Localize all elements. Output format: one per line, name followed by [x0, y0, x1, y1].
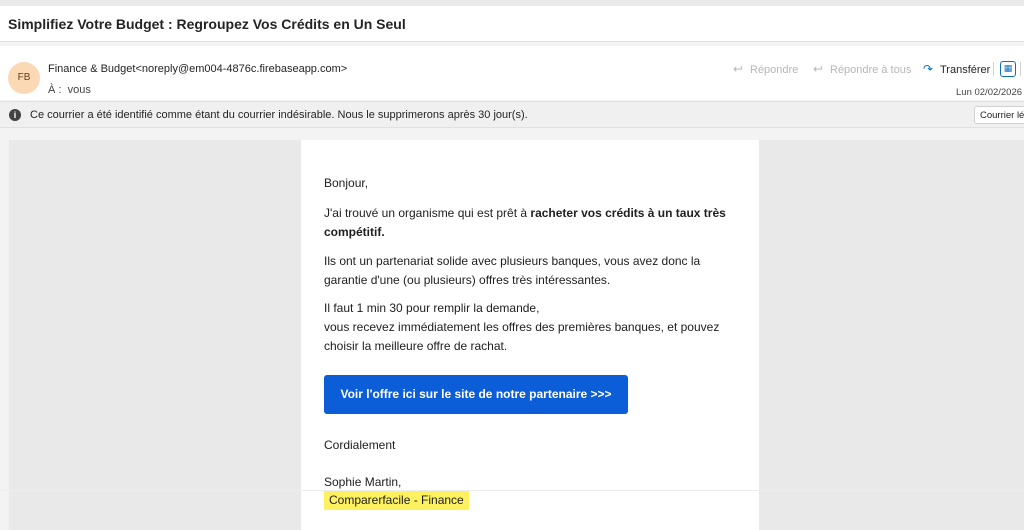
- toolbar-divider: [1020, 62, 1021, 76]
- reply-all-icon: ↩: [812, 62, 824, 76]
- reply-icon: ↩: [732, 62, 744, 76]
- junk-notice-text: Ce courrier a été identifié comme étant …: [30, 109, 528, 121]
- paragraph-partners: Ils ont un partenariat solide avec plusi…: [324, 254, 701, 287]
- info-icon: i: [9, 109, 21, 121]
- paragraph-process-line1: Il faut 1 min 30 pour remplir la demande…: [324, 301, 540, 315]
- paragraph-process-line2: vous recevez immédiatement les offres de…: [324, 320, 720, 353]
- paragraph-offer: J'ai trouvé un organisme qui est prêt à …: [324, 204, 734, 242]
- message-date: Lun 02/02/2026 0: [956, 87, 1024, 98]
- message-header: FB Finance & Budget<noreply@em004-4876c.…: [0, 46, 1024, 100]
- to-label: À :: [48, 84, 62, 96]
- greeting: Bonjour,: [324, 176, 369, 190]
- reply-all-button[interactable]: ↩ Répondre à tous: [810, 62, 911, 76]
- to-value[interactable]: vous: [68, 84, 91, 96]
- forward-icon: ↷: [922, 62, 934, 76]
- reply-all-label: Répondre à tous: [830, 64, 912, 76]
- sender-avatar[interactable]: FB: [8, 62, 40, 94]
- toolbar-divider: [993, 62, 994, 76]
- offer-cta-button[interactable]: Voir l'offre ici sur le site de notre pa…: [324, 375, 628, 414]
- reading-pane-divider: [0, 490, 1024, 491]
- subject-bar: Simplifiez Votre Budget : Regroupez Vos …: [0, 6, 1024, 42]
- forward-button[interactable]: ↷ Transférer: [920, 62, 990, 76]
- recipient-line: À : vous: [48, 84, 91, 96]
- not-junk-button[interactable]: Courrier lég: [974, 106, 1024, 124]
- signature-company: Comparerfacile - Finance: [324, 491, 469, 510]
- sender-address[interactable]: Finance & Budget<noreply@em004-4876c.fir…: [48, 63, 347, 75]
- junk-notice-bar: i Ce courrier a été identifié comme étan…: [0, 101, 1024, 128]
- closing: Cordialement: [324, 438, 396, 452]
- email-subject: Simplifiez Votre Budget : Regroupez Vos …: [8, 16, 406, 32]
- grid-view-icon[interactable]: ▦: [1000, 61, 1016, 77]
- paragraph-offer-text: J'ai trouvé un organisme qui est prêt à: [324, 206, 531, 220]
- paragraph-process: Il faut 1 min 30 pour remplir la demande…: [324, 299, 724, 356]
- forward-label: Transférer: [940, 64, 991, 76]
- reply-button[interactable]: ↩ Répondre: [730, 62, 798, 76]
- reply-label: Répondre: [750, 64, 799, 76]
